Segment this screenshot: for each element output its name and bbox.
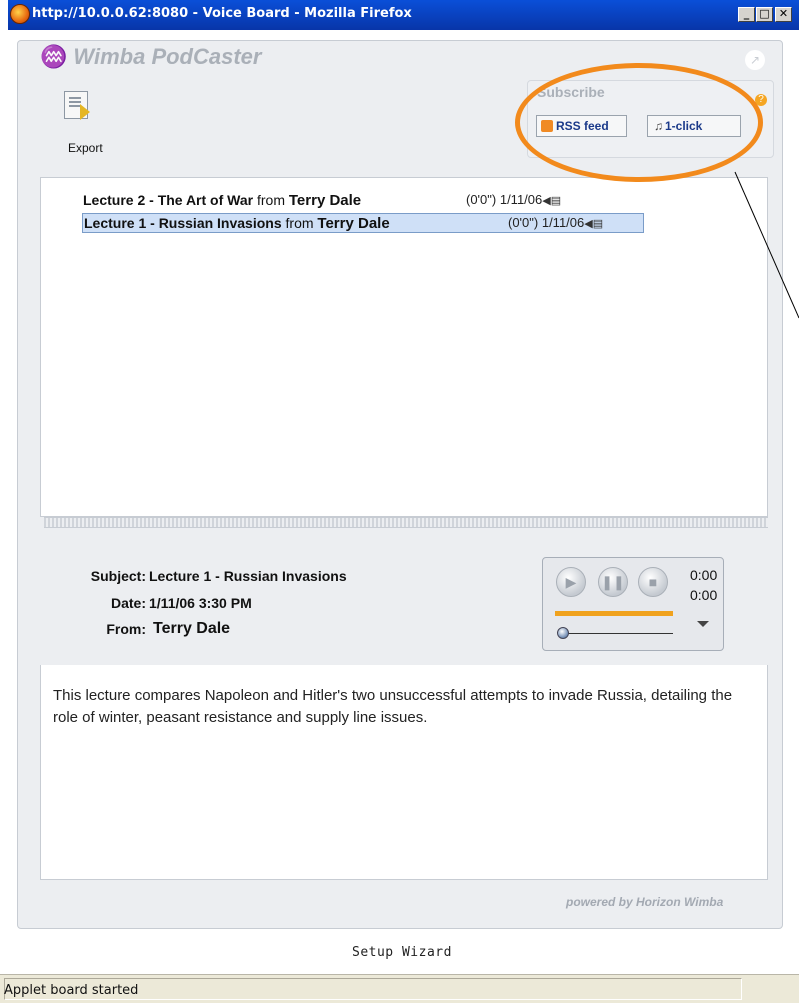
status-text: Applet board started: [4, 983, 139, 998]
annotation-line: [734, 171, 799, 319]
setup-wizard-link[interactable]: Setup Wizard: [352, 945, 452, 960]
